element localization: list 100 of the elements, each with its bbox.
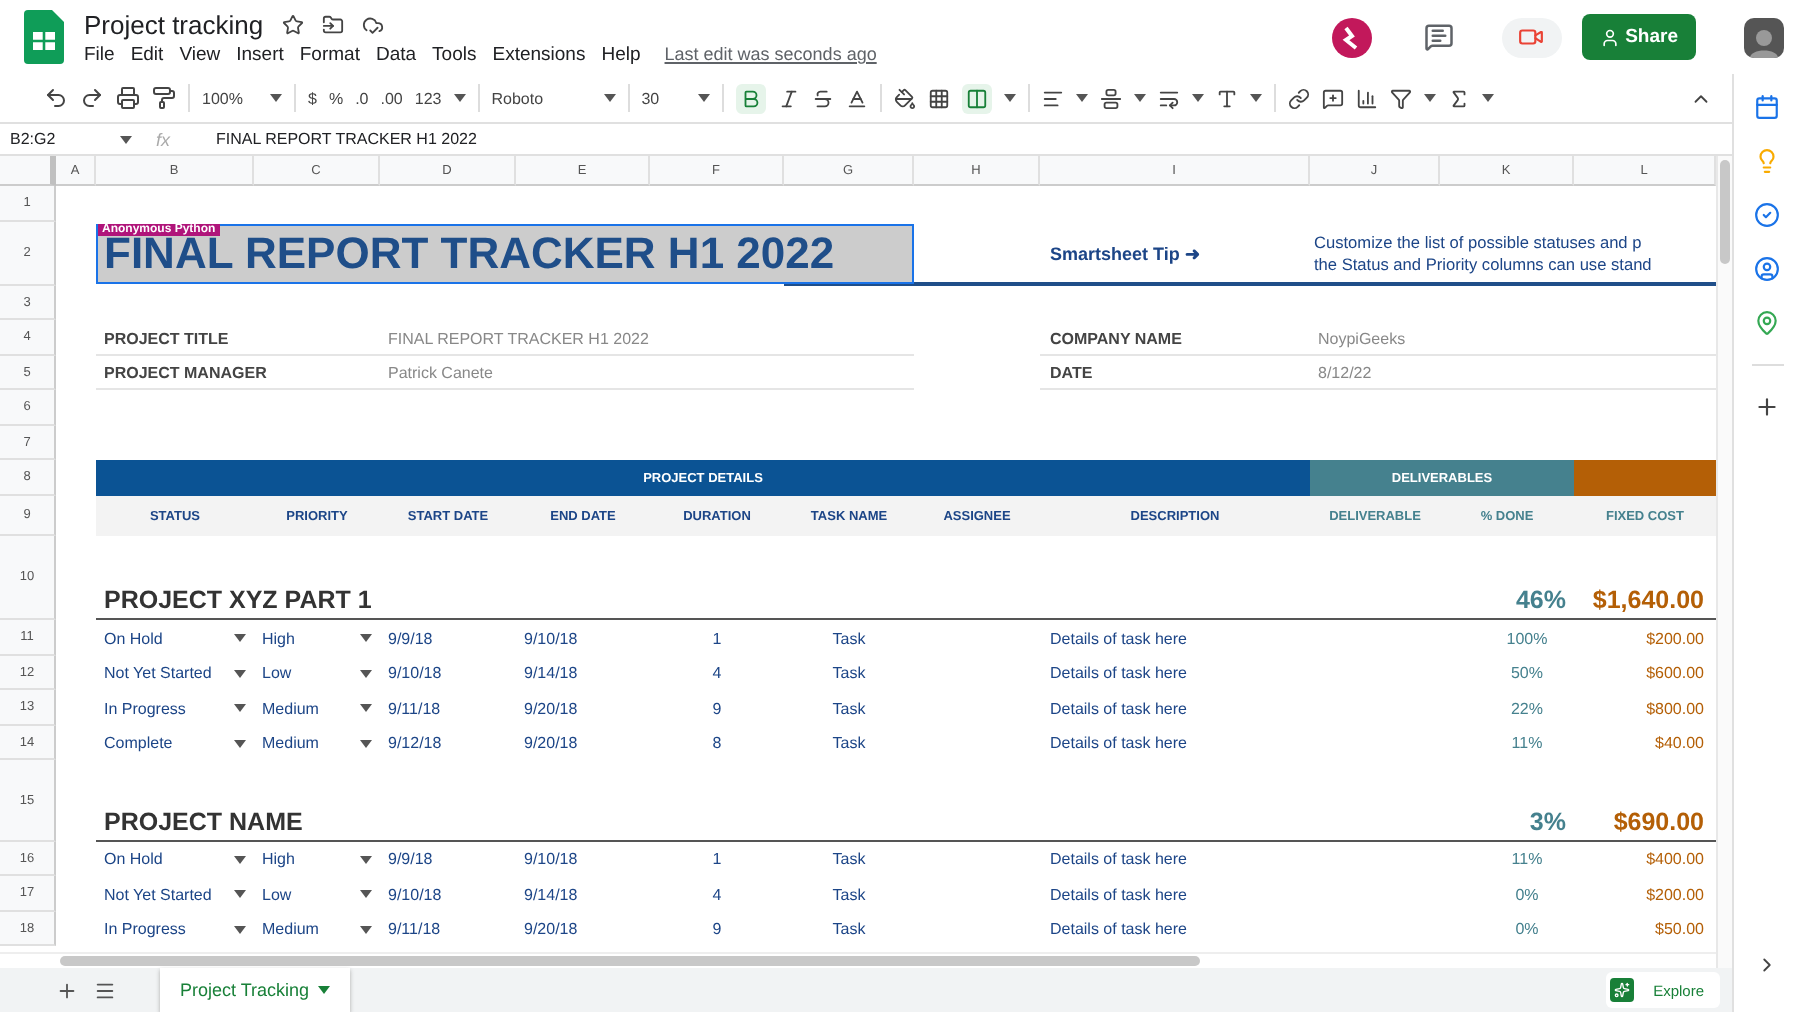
caret-icon[interactable]	[1249, 94, 1262, 102]
caret-icon[interactable]	[1481, 94, 1494, 102]
folder-icon[interactable]	[321, 13, 344, 35]
account-avatar[interactable]	[1744, 17, 1784, 57]
sheet-tab[interactable]: Project Tracking	[160, 968, 350, 1012]
increase-decimal-button[interactable]: .00	[380, 89, 403, 107]
user-avatar[interactable]	[1331, 17, 1372, 57]
dropdown-caret-icon[interactable]	[360, 704, 372, 712]
priority-dropdown[interactable]: High	[262, 629, 295, 647]
menu-item[interactable]: File	[84, 43, 115, 65]
document-title[interactable]: Project tracking	[84, 9, 264, 39]
link-icon[interactable]	[1287, 87, 1310, 109]
star-icon[interactable]	[281, 13, 304, 35]
tasks-icon[interactable]	[1754, 202, 1780, 228]
menu-item[interactable]: Format	[299, 43, 360, 65]
dropdown-caret-icon[interactable]	[234, 704, 246, 712]
caret-icon[interactable]	[453, 94, 466, 102]
priority-dropdown[interactable]: Low	[262, 885, 292, 903]
dropdown-caret-icon[interactable]	[234, 634, 246, 642]
strikethrough-icon[interactable]	[811, 87, 834, 109]
add-icon[interactable]	[1754, 394, 1780, 420]
formula-input[interactable]: FINAL REPORT TRACKER H1 2022	[216, 130, 477, 148]
caret-icon[interactable]	[120, 135, 132, 143]
cell-reference[interactable]: B2:G2	[0, 130, 120, 148]
align-left-icon[interactable]	[1041, 87, 1064, 109]
contacts-icon[interactable]	[1754, 256, 1780, 282]
dropdown-caret-icon[interactable]	[234, 669, 246, 677]
font-size-select[interactable]: 30	[641, 89, 686, 107]
menu-item[interactable]: View	[179, 43, 221, 65]
status-dropdown[interactable]: On Hold	[104, 850, 163, 868]
dropdown-caret-icon[interactable]	[234, 925, 246, 933]
comment-add-icon[interactable]	[1321, 87, 1344, 109]
merge-cells-button[interactable]	[961, 83, 992, 113]
add-sheet-icon[interactable]	[56, 979, 78, 1001]
caret-icon[interactable]	[1075, 94, 1088, 102]
caret-icon[interactable]	[270, 94, 282, 102]
status-dropdown[interactable]: Complete	[104, 734, 173, 752]
number-format-select[interactable]: 123	[414, 89, 442, 107]
comment-icon[interactable]	[1423, 22, 1454, 52]
status-dropdown[interactable]: Not Yet Started	[104, 664, 212, 682]
dropdown-caret-icon[interactable]	[360, 669, 372, 677]
undo-icon[interactable]	[44, 86, 68, 110]
horizontal-scrollbar[interactable]	[60, 956, 1200, 966]
percent-format-button[interactable]: %	[328, 89, 344, 107]
menu-item[interactable]: Data	[375, 43, 417, 65]
text-color-icon[interactable]	[845, 87, 868, 109]
sheets-logo-icon[interactable]	[24, 10, 64, 64]
filter-icon[interactable]	[1389, 87, 1412, 109]
priority-dropdown[interactable]: Medium	[262, 734, 319, 752]
menu-item[interactable]: Tools	[432, 43, 477, 65]
priority-dropdown[interactable]: Low	[262, 664, 292, 682]
menu-item[interactable]: Insert	[236, 43, 284, 65]
vertical-scrollbar[interactable]	[1720, 160, 1730, 264]
menu-item[interactable]: Extensions	[492, 43, 586, 65]
dropdown-caret-icon[interactable]	[360, 739, 372, 747]
vertical-align-icon[interactable]	[1099, 87, 1122, 109]
last-edit-link[interactable]: Last edit was seconds ago	[664, 44, 877, 64]
menu-item[interactable]: Help	[601, 43, 641, 65]
map-pin-icon[interactable]	[1754, 310, 1780, 336]
video-call-button[interactable]	[1501, 17, 1562, 57]
dropdown-caret-icon[interactable]	[234, 739, 246, 747]
dropdown-caret-icon[interactable]	[360, 925, 372, 933]
menu-item[interactable]: Edit	[130, 43, 164, 65]
paint-format-icon[interactable]	[152, 86, 176, 110]
redo-icon[interactable]	[80, 86, 104, 110]
dropdown-caret-icon[interactable]	[234, 890, 246, 898]
dropdown-caret-icon[interactable]	[234, 855, 246, 863]
bold-button[interactable]	[735, 83, 766, 113]
share-button[interactable]: Share	[1581, 14, 1696, 60]
priority-dropdown[interactable]: Medium	[262, 920, 319, 938]
sum-icon[interactable]	[1447, 87, 1470, 109]
caret-icon[interactable]	[603, 94, 616, 102]
text-wrap-icon[interactable]	[1157, 87, 1180, 109]
dropdown-caret-icon[interactable]	[360, 634, 372, 642]
status-dropdown[interactable]: Not Yet Started	[104, 885, 212, 903]
caret-icon[interactable]	[1003, 94, 1016, 102]
italic-icon[interactable]	[777, 87, 800, 109]
dropdown-caret-icon[interactable]	[360, 855, 372, 863]
font-select[interactable]: Roboto	[491, 89, 592, 107]
fill-color-icon[interactable]	[893, 87, 916, 109]
all-sheets-icon[interactable]	[94, 979, 116, 1001]
cloud-check-icon[interactable]	[361, 13, 384, 35]
caret-icon[interactable]	[697, 94, 710, 102]
status-dropdown[interactable]: In Progress	[104, 920, 186, 938]
borders-icon[interactable]	[927, 87, 950, 109]
text-rotation-icon[interactable]	[1215, 87, 1238, 109]
caret-icon[interactable]	[1191, 94, 1204, 102]
currency-format-button[interactable]: $	[308, 89, 317, 107]
status-dropdown[interactable]: In Progress	[104, 699, 186, 717]
priority-dropdown[interactable]: Medium	[262, 699, 319, 717]
print-icon[interactable]	[116, 86, 140, 110]
chart-icon[interactable]	[1355, 87, 1378, 109]
decrease-decimal-button[interactable]: .0	[355, 89, 369, 107]
caret-icon[interactable]	[1423, 94, 1436, 102]
dropdown-caret-icon[interactable]	[360, 890, 372, 898]
status-dropdown[interactable]: On Hold	[104, 629, 163, 647]
zoom-select[interactable]: 100%	[202, 89, 258, 107]
calendar-icon[interactable]	[1754, 94, 1780, 120]
caret-icon[interactable]	[1133, 94, 1146, 102]
priority-dropdown[interactable]: High	[262, 850, 295, 868]
